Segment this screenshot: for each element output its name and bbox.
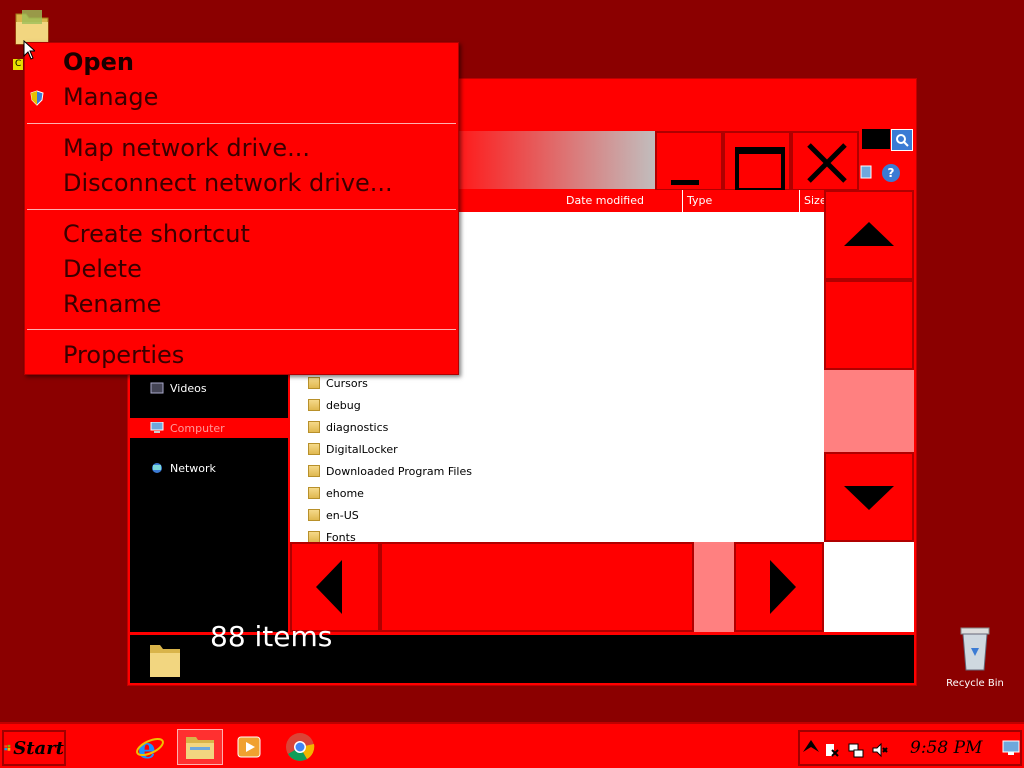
recycle-bin-icon[interactable]: Recycle Bin <box>944 626 1006 689</box>
folder-icon <box>308 421 320 433</box>
list-item[interactable]: Downloaded Program Files <box>308 460 472 482</box>
close-button[interactable] <box>791 131 859 191</box>
context-menu: Open Manage Map network drive... Disconn… <box>24 42 459 375</box>
scroll-right-button[interactable] <box>734 542 824 632</box>
system-tray: 9:58 PM <box>798 730 1022 766</box>
internet-explorer-icon[interactable]: e <box>130 729 170 765</box>
start-button[interactable]: Start <box>2 730 66 766</box>
folder-icon <box>308 443 320 455</box>
search-input[interactable] <box>862 129 890 149</box>
vertical-scrollbar[interactable] <box>824 190 914 542</box>
menu-item-manage[interactable]: Manage <box>63 82 158 112</box>
computer-icon <box>150 421 164 434</box>
folder-icon <box>308 531 320 542</box>
file-explorer-icon[interactable] <box>177 729 223 765</box>
list-item[interactable]: diagnostics <box>308 416 388 438</box>
volume-muted-icon[interactable] <box>872 742 888 758</box>
list-item[interactable]: Cursors <box>308 372 368 394</box>
mouse-cursor-icon <box>23 39 37 64</box>
list-item[interactable]: Fonts <box>308 526 356 542</box>
folder-icon <box>308 399 320 411</box>
scroll-thumb[interactable] <box>824 280 914 370</box>
network-icon <box>150 462 164 474</box>
horizontal-scrollbar[interactable] <box>290 542 824 632</box>
media-player-icon[interactable] <box>229 729 269 765</box>
search-icon[interactable] <box>891 129 913 151</box>
desktop-icon-label: C <box>13 59 24 70</box>
action-center-icon[interactable] <box>824 742 840 758</box>
scroll-down-button[interactable] <box>824 452 914 542</box>
nav-item-videos[interactable]: Videos <box>130 378 288 398</box>
shield-icon <box>30 90 44 110</box>
preview-pane-icon[interactable] <box>860 164 876 180</box>
scroll-up-button[interactable] <box>824 190 914 280</box>
menu-item-disconnect-network-drive[interactable]: Disconnect network drive... <box>63 168 393 198</box>
network-status-icon[interactable] <box>848 742 864 758</box>
chrome-icon[interactable] <box>280 729 320 765</box>
folder-icon <box>308 509 320 521</box>
menu-separator <box>27 123 456 124</box>
nav-item-network[interactable]: Network <box>130 458 288 478</box>
folder-icon <box>308 465 320 477</box>
taskbar: Start e 9:58 PM <box>0 722 1024 768</box>
address-bar[interactable] <box>458 131 658 189</box>
clock[interactable]: 9:58 PM <box>910 738 982 758</box>
item-count: 88 items <box>210 620 333 652</box>
menu-separator <box>27 329 456 330</box>
menu-item-properties[interactable]: Properties <box>63 340 184 370</box>
videos-icon <box>150 382 164 394</box>
menu-item-create-shortcut[interactable]: Create shortcut <box>63 219 250 249</box>
list-item[interactable]: DigitalLocker <box>308 438 398 460</box>
menu-item-rename[interactable]: Rename <box>63 289 161 319</box>
column-header-type[interactable]: Type <box>683 190 800 212</box>
nav-item-label: Videos <box>170 381 207 395</box>
menu-separator <box>27 209 456 210</box>
menu-item-open[interactable]: Open <box>63 47 134 77</box>
scroll-track[interactable] <box>824 370 914 452</box>
folder-icon <box>308 487 320 499</box>
scroll-thumb-horizontal[interactable] <box>380 542 694 632</box>
menu-item-map-network-drive[interactable]: Map network drive... <box>63 133 310 163</box>
scrollbar-corner <box>824 542 914 632</box>
column-header-size[interactable]: Size <box>800 190 824 212</box>
list-item[interactable]: debug <box>308 394 361 416</box>
nav-item-computer[interactable]: Computer <box>130 418 288 438</box>
list-item[interactable]: ehome <box>308 482 364 504</box>
maximize-button[interactable] <box>723 131 791 192</box>
folder-icon <box>308 377 320 389</box>
recycle-bin-label: Recycle Bin <box>946 678 1004 689</box>
column-header-date-modified[interactable]: Date modified <box>562 190 683 212</box>
window-controls <box>655 131 859 192</box>
help-icon[interactable]: ? <box>882 164 900 182</box>
show-desktop-icon[interactable] <box>1002 740 1020 756</box>
start-label: Start <box>13 737 64 759</box>
minimize-button[interactable] <box>655 131 723 191</box>
menu-item-delete[interactable]: Delete <box>63 254 142 284</box>
scroll-track-horizontal[interactable] <box>694 542 734 632</box>
scroll-left-button[interactable] <box>290 542 380 632</box>
nav-item-label: Computer <box>170 421 225 435</box>
windows-logo-icon <box>4 744 11 751</box>
show-hidden-icons-icon[interactable] <box>802 738 820 758</box>
list-item[interactable]: en-US <box>308 504 359 526</box>
nav-item-label: Network <box>170 461 216 475</box>
